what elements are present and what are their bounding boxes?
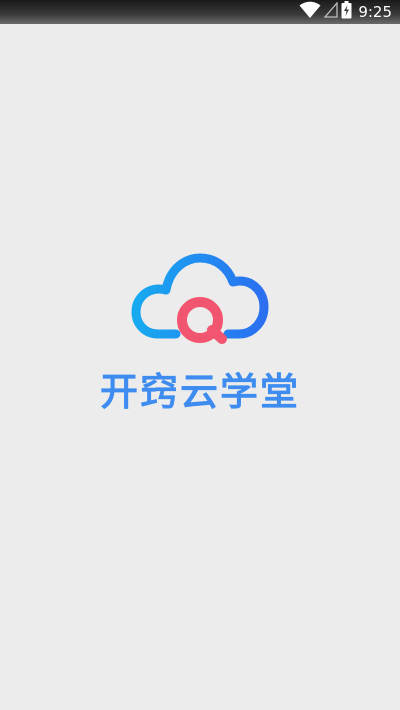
cloud-icon [131,253,269,339]
status-bar: 9:25 [0,0,400,24]
status-time: 9:25 [358,3,392,21]
battery-charging-icon [341,1,352,23]
status-icons: 9:25 [299,0,392,24]
wifi-icon [299,1,321,23]
signal-icon [323,1,338,22]
app-name: 开窍云学堂 [99,370,300,414]
app-logo [131,253,269,344]
